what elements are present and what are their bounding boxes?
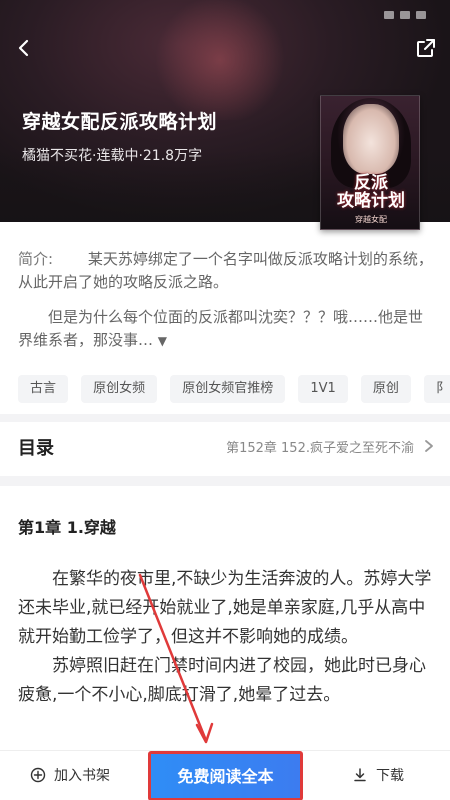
table-of-contents-row[interactable]: 目录 第152章 152.疯子爱之至死不渝 (0, 424, 450, 470)
chevron-right-icon (425, 440, 433, 452)
intro-paragraph-1: 简介: 某天苏婷绑定了一个名字叫做反派攻略计划的系统，从此开启了她的攻略反派之路… (18, 248, 436, 294)
chevron-left-icon (18, 39, 29, 57)
intro-label: 简介: (18, 250, 54, 268)
latest-chapter: 第152章 152.疯子爱之至死不渝 (226, 441, 414, 456)
intro-text-2: 但是为什么每个位面的反派都叫沈奕？？？哦……他是世界维系者，那没事… (18, 308, 424, 349)
intro-paragraph-2: 但是为什么每个位面的反派都叫沈奕？？？哦……他是世界维系者，那没事… ▼ (18, 306, 436, 353)
cover-title: 反派 攻略计划 (321, 173, 419, 211)
chapter-paragraph: 苏婷照旧赶在门禁时间内进了校园，她此时已身心疲惫,一个不小心,脚底打滑了,她晕了… (18, 656, 426, 705)
tag-item[interactable]: 阝 (423, 375, 450, 403)
cover-title-line2: 攻略计划 (337, 191, 405, 211)
download-label: 下载 (376, 768, 404, 784)
chapter-paragraph: 在繁华的夜市里,不缺少为生活奔波的人。苏婷大学还未毕业,就已经开始就业了,她是单… (18, 569, 432, 647)
status-bar (378, 4, 438, 19)
tag-item[interactable]: 原创女频 (81, 375, 158, 403)
tag-item[interactable]: 1V1 (298, 375, 348, 403)
content-fade (0, 720, 450, 750)
book-meta: 橘猫不买花·连载中·21.8万字 (22, 148, 203, 164)
section-divider (0, 414, 450, 422)
tag-list: 古言 原创女频 原创女频官推榜 1V1 原创 阝 (18, 375, 450, 405)
download-button[interactable]: 下载 (352, 765, 404, 785)
cover-face-art (343, 104, 399, 174)
expand-triangle-icon[interactable]: ▼ (158, 334, 167, 348)
tag-item[interactable]: 原创 (360, 375, 411, 403)
cover-subtitle: 穿越女配 (355, 215, 387, 224)
tag-item[interactable]: 古言 (18, 375, 69, 403)
toc-label: 目录 (18, 438, 54, 459)
share-button[interactable] (414, 36, 438, 60)
section-divider (0, 476, 450, 486)
intro-text-1: 某天苏婷绑定了一个名字叫做反派攻略计划的系统，从此开启了她的攻略反派之路。 (18, 250, 433, 291)
download-icon (354, 768, 366, 782)
back-button[interactable] (12, 36, 36, 60)
book-title: 穿越女配反派攻略计划 (22, 111, 218, 133)
cover-title-line1: 反派 (354, 173, 388, 193)
plus-circle-icon (30, 767, 46, 783)
read-free-button[interactable]: 免费阅读全本 (148, 751, 303, 800)
chapter-title: 第1章 1.穿越 (18, 518, 116, 537)
bottom-action-bar: 加入书架 免费阅读全本 下载 (0, 750, 450, 800)
add-to-shelf-label: 加入书架 (54, 768, 110, 784)
tag-item[interactable]: 原创女频官推榜 (170, 375, 286, 403)
add-to-shelf-button[interactable]: 加入书架 (30, 765, 110, 785)
chapter-preview[interactable]: 在繁华的夜市里,不缺少为生活奔波的人。苏婷大学还未毕业,就已经开始就业了,她是单… (18, 565, 436, 710)
book-intro[interactable]: 简介: 某天苏婷绑定了一个名字叫做反派攻略计划的系统，从此开启了她的攻略反派之路… (18, 248, 436, 365)
share-icon (417, 39, 435, 57)
book-cover[interactable]: 反派 攻略计划 穿越女配 (320, 95, 420, 230)
